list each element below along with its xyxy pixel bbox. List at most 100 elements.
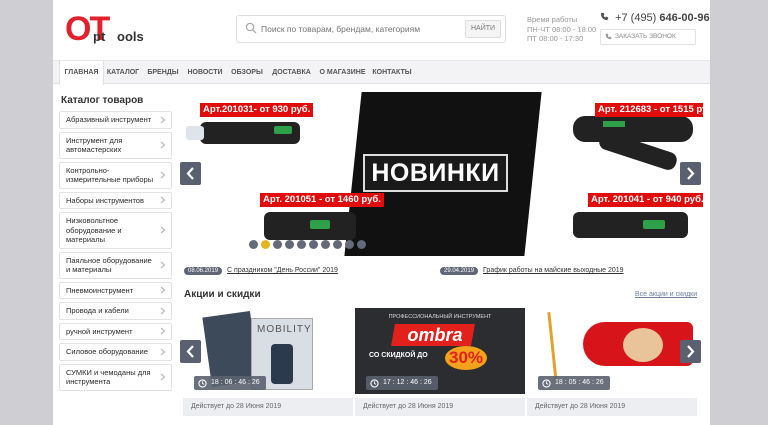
clock-icon: [542, 379, 551, 388]
price-tag-1[interactable]: Арт.201031- от 930 руб.: [200, 103, 314, 117]
promo-card[interactable]: 18 : 05 : 46 : 26 Действует до 28 Июня 2…: [527, 306, 697, 425]
chevron-right-icon: [160, 116, 166, 124]
header: OT pt ools НАЙТИ Время работы ПН-ЧТ 08:0…: [53, 0, 710, 60]
callback-button[interactable]: ЗАКАЗАТЬ ЗВОНОК: [600, 29, 696, 45]
logo-text-ools: ools: [117, 29, 144, 44]
sidebar-item[interactable]: Паяльное оборудование и материалы: [59, 251, 172, 279]
pagination-dot[interactable]: [273, 240, 282, 249]
nav-item-catalog[interactable]: КАТАЛОГ: [104, 61, 142, 84]
sidebar-item[interactable]: Контрольно-измерительные приборы: [59, 161, 172, 189]
news-item-1[interactable]: 08.06.2019 С праздником "День России" 201…: [184, 267, 338, 278]
nav-item-about[interactable]: О МАГАЗИНЕ: [315, 61, 370, 84]
sidebar-title: Каталог товаров: [61, 95, 144, 106]
news-date: 29.04.2019: [440, 267, 479, 275]
news-link[interactable]: График работы на майские выходные 2019: [483, 267, 624, 274]
banner-label: НОВИНКИ: [363, 154, 508, 192]
sidebar-item[interactable]: ручной инструмент: [59, 322, 172, 340]
chevron-right-icon: [160, 373, 166, 381]
promos-prev-button[interactable]: [180, 340, 201, 363]
pagination-dot[interactable]: [333, 240, 342, 249]
promo-cards: MOBILITY 18 : 06 : 46 : 26 Действует до …: [178, 306, 703, 425]
promo-banner-small: ПРОФЕССИОНАЛЬНЫЙ ИНСТРУМЕНТ: [388, 314, 492, 320]
working-hours: Время работы ПН-ЧТ 08:00 - 18:00 ПТ 08:0…: [527, 15, 596, 44]
sidebar-item-label: СУМКИ и чемоданы для инструмента: [66, 367, 151, 387]
pagination-dot[interactable]: [261, 240, 270, 249]
pagination-dot[interactable]: [309, 240, 318, 249]
nav-item-reviews[interactable]: ОБЗОРЫ: [226, 61, 268, 84]
promo-discount: 30%: [448, 348, 484, 367]
sidebar-item[interactable]: Пневмоинструмент: [59, 281, 172, 299]
chevron-right-icon: [687, 345, 695, 358]
tool-image-2: [573, 116, 693, 142]
pagination-dot[interactable]: [297, 240, 306, 249]
promo-timer: 18 : 06 : 46 : 26: [194, 376, 266, 390]
sidebar-item-label: Силовое оборудование: [66, 347, 148, 356]
pagination-dot[interactable]: [321, 240, 330, 249]
chevron-right-icon: [160, 261, 166, 269]
promo-valid-until: Действует до 28 Июня 2019: [527, 398, 697, 416]
search-box: НАЙТИ: [236, 15, 506, 43]
phone-icon: [600, 12, 609, 21]
news-link[interactable]: С праздником "День России" 2019: [227, 267, 338, 274]
phone[interactable]: +7 (495) 646-00-96: [600, 12, 710, 24]
pagination-dot[interactable]: [285, 240, 294, 249]
sidebar-item[interactable]: Абразивный инструмент: [59, 111, 172, 129]
promo-brand: ombra: [407, 325, 463, 345]
sidebar-item[interactable]: Силовое оборудование: [59, 343, 172, 361]
banner-next-button[interactable]: [680, 162, 701, 185]
chevron-right-icon: [160, 226, 166, 234]
pagination-dot[interactable]: [249, 240, 258, 249]
news-date: 08.06.2019: [184, 267, 223, 275]
price-tag-3[interactable]: Арт. 201051 - от 1460 руб.: [260, 193, 384, 207]
hero-banner: НОВИНКИ Арт.201031- от 930 руб. Арт. 212…: [178, 92, 703, 256]
nav-item-contacts[interactable]: КОНТАКТЫ: [370, 61, 414, 84]
sidebar-item[interactable]: СУМКИ и чемоданы для инструмента: [59, 363, 172, 391]
hours-friday: ПТ 08:00 - 17:30: [527, 34, 584, 43]
callback-label: ЗАКАЗАТЬ ЗВОНОК: [615, 33, 676, 40]
promo-valid-until: Действует до 28 Июня 2019: [355, 398, 525, 416]
clock-icon: [370, 379, 379, 388]
promo-timer: 17 : 12 : 46 : 26: [366, 376, 438, 390]
sidebar-item[interactable]: Инструмент для автомастерских: [59, 131, 172, 159]
search-input[interactable]: [261, 20, 451, 38]
nav-item-home[interactable]: ГЛАВНАЯ: [59, 61, 104, 85]
catalog-sidebar: Каталог товаров Абразивный инструмент Инс…: [59, 95, 172, 394]
sidebar-item[interactable]: Наборы инструментов: [59, 191, 172, 209]
promo-card[interactable]: ПРОФЕССИОНАЛЬНЫЙ ИНСТРУМЕНТ ombra СО СКИ…: [355, 306, 525, 425]
logo[interactable]: OT pt ools: [65, 10, 147, 48]
price-tag-4[interactable]: Арт. 201041 - от 940 руб.: [588, 193, 703, 207]
chevron-right-icon: [160, 196, 166, 204]
hours-weekday: ПН-ЧТ 08:00 - 18:00: [527, 24, 597, 34]
tool-image-1: [200, 122, 300, 144]
nav-item-delivery[interactable]: ДОСТАВКА: [268, 61, 315, 84]
clock-icon: [198, 379, 207, 388]
sidebar-item-label: Контрольно-измерительные приборы: [66, 165, 154, 185]
promo-discount-text: СО СКИДКОЙ ДО: [369, 352, 428, 359]
pagination-dot[interactable]: [357, 240, 366, 249]
banner-prev-button[interactable]: [180, 162, 201, 185]
search-button[interactable]: НАЙТИ: [465, 20, 501, 38]
chevron-right-icon: [160, 141, 166, 149]
nav-item-news[interactable]: НОВОСТИ: [184, 61, 226, 84]
nav-item-brands[interactable]: БРЕНДЫ: [142, 61, 184, 84]
price-tag-2[interactable]: Арт. 212683 - от 1515 руб.: [595, 103, 703, 117]
timer-value: 17 : 12 : 46 : 26: [383, 379, 432, 386]
news-item-2[interactable]: 29.04.2019 График работы на майские выход…: [440, 267, 624, 278]
promos-next-button[interactable]: [680, 340, 701, 363]
sidebar-item-label: Паяльное оборудование и материалы: [66, 255, 152, 275]
chevron-left-icon: [186, 167, 194, 180]
sidebar-item[interactable]: Низковольтное оборудование и материалы: [59, 212, 172, 249]
promo-timer: 18 : 05 : 46 : 26: [538, 376, 610, 390]
sidebar-item-label: Абразивный инструмент: [66, 115, 152, 124]
sidebar-item-label: Пневмоинструмент: [66, 285, 134, 295]
phone-number: 646-00-96: [659, 12, 710, 24]
phone-small-icon: [605, 33, 612, 40]
sidebar-item[interactable]: Провода и кабели: [59, 302, 172, 320]
pagination-dot[interactable]: [345, 240, 354, 249]
tool-image-1-tip: [186, 126, 204, 140]
timer-value: 18 : 05 : 46 : 26: [555, 379, 604, 386]
sidebar-item-label: Наборы инструментов: [66, 195, 144, 205]
chevron-right-icon: [160, 327, 166, 335]
promo-card[interactable]: MOBILITY 18 : 06 : 46 : 26 Действует до …: [183, 306, 353, 425]
all-promos-link[interactable]: Все акции и скидки: [635, 291, 697, 298]
